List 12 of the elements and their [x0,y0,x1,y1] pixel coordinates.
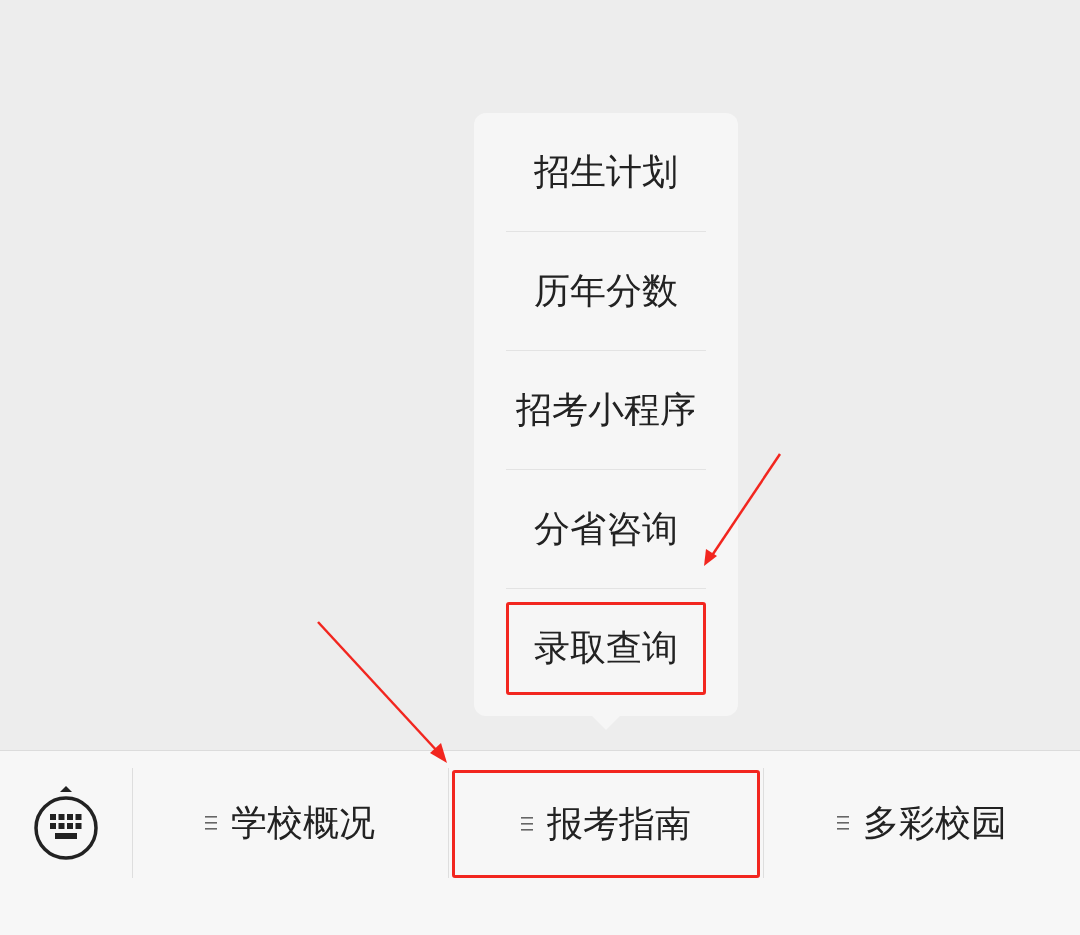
menu-item[interactable]: 录取查询 [506,602,706,695]
menu-item[interactable]: 招考小程序 [516,377,696,443]
menu-item[interactable]: 历年分数 [534,258,678,324]
menu-tab[interactable]: 多彩校园 [837,793,1008,853]
menu-icon [837,816,850,830]
menu-item[interactable]: 招生计划 [534,139,678,205]
menu-icon [205,816,218,830]
keyboard-icon[interactable] [32,785,99,861]
menu-item[interactable]: 分省咨询 [534,496,678,562]
menu-tab[interactable]: 报考指南 [451,770,760,878]
menu-tab[interactable]: 学校概况 [205,793,376,853]
menu-icon [520,817,533,831]
